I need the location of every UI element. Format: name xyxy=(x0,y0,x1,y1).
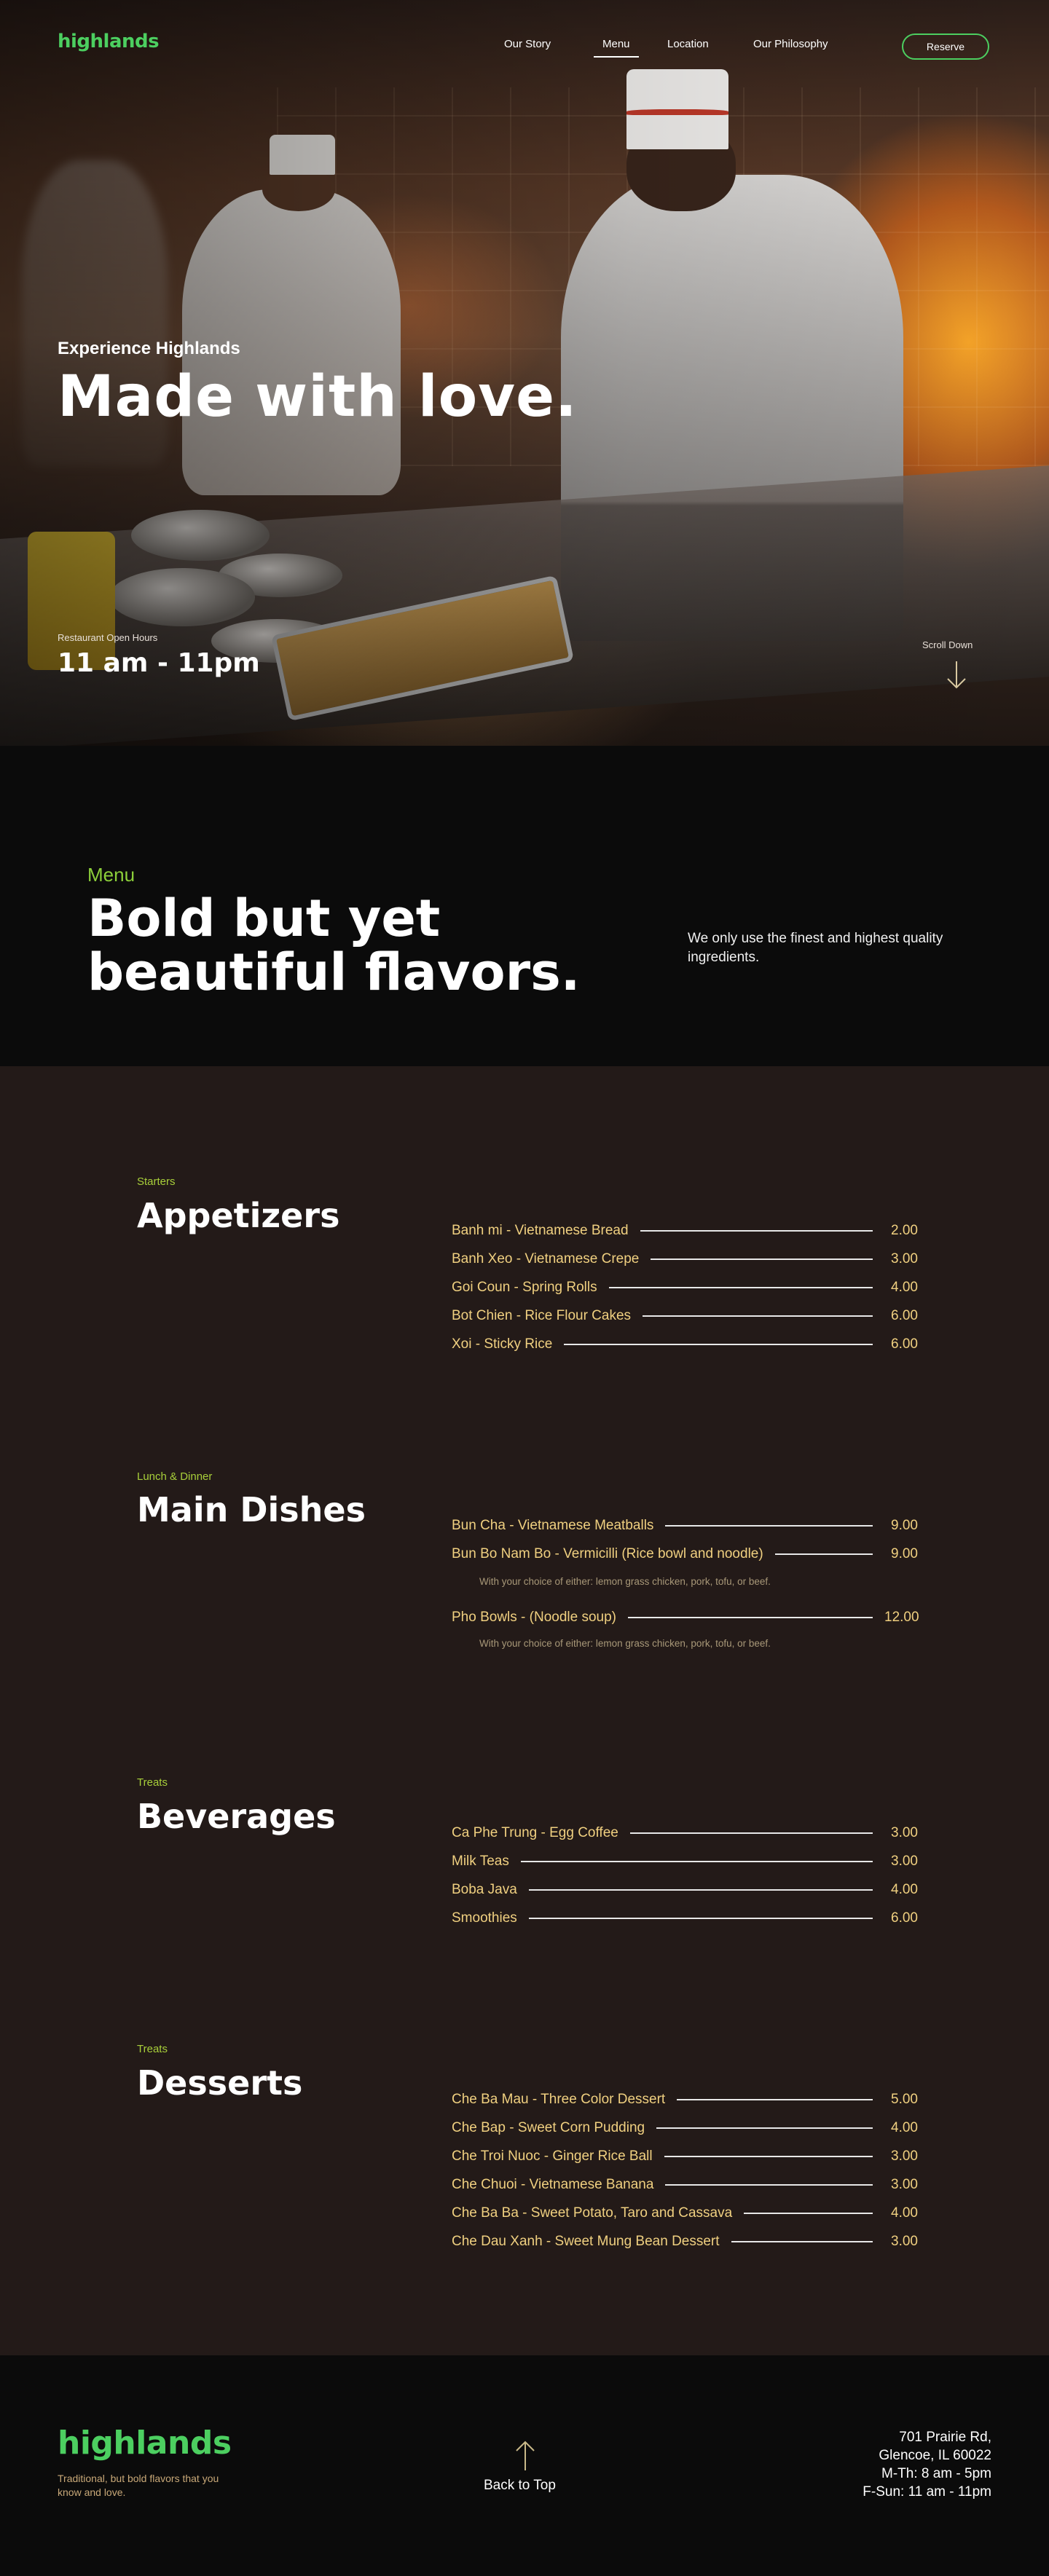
nav-our-philosophy[interactable]: Our Philosophy xyxy=(753,38,828,50)
hours-line: M-Th: 8 am - 5pm xyxy=(881,2466,991,2481)
intro-eyebrow: Menu xyxy=(87,864,135,886)
address-line: Glencoe, IL 60022 xyxy=(879,2448,991,2463)
menu-item: Ca Phe Trung - Egg Coffee 3.00 xyxy=(452,1825,918,1840)
hero-subtitle: Experience Highlands xyxy=(58,339,240,358)
menu-item: Banh Xeo - Vietnamese Crepe 3.00 xyxy=(452,1251,918,1267)
hero-section: highlands Our Story Menu Location Our Ph… xyxy=(0,0,1049,746)
menu-item: Che Bap - Sweet Corn Pudding 4.00 xyxy=(452,2120,918,2135)
menu-item: Bot Chien - Rice Flour Cakes 6.00 xyxy=(452,1308,918,1323)
brand-logo[interactable]: highlands xyxy=(58,31,160,52)
beverages-eyebrow: Treats xyxy=(137,1776,168,1789)
menu-item: Che Ba Ba - Sweet Potato, Taro and Cassa… xyxy=(452,2205,918,2221)
reserve-button[interactable]: Reserve xyxy=(902,34,989,60)
appetizers-eyebrow: Starters xyxy=(137,1175,176,1188)
desserts-eyebrow: Treats xyxy=(137,2043,168,2055)
address-line: 701 Prairie Rd, xyxy=(899,2430,991,2445)
menu-item: Pho Bowls - (Noodle soup) 12.00 xyxy=(452,1610,919,1625)
hours-value: 11 am - 11pm xyxy=(58,648,260,678)
intro-description: We only use the finest and highest quali… xyxy=(688,931,943,965)
menu-intro-section: Menu Bold but yet beautiful flavors. We … xyxy=(0,746,1049,1066)
menu-item: Che Troi Nuoc - Ginger Rice Ball 3.00 xyxy=(452,2148,918,2164)
intro-title: Bold but yet beautiful flavors. xyxy=(87,889,581,1002)
appetizers-title: Appetizers xyxy=(137,1196,340,1235)
hours-line: F-Sun: 11 am - 11pm xyxy=(863,2484,991,2500)
menu-item: Che Chuoi - Vietnamese Banana 3.00 xyxy=(452,2177,918,2192)
menu-item-note: With your choice of either: lemon grass … xyxy=(479,1638,771,1649)
menu-item: Smoothies 6.00 xyxy=(452,1910,918,1926)
menu-item: Bun Cha - Vietnamese Meatballs 9.00 xyxy=(452,1518,918,1533)
menu-item: Che Dau Xanh - Sweet Mung Bean Dessert 3.… xyxy=(452,2234,918,2249)
hours-label: Restaurant Open Hours xyxy=(58,632,158,643)
arrow-up-icon[interactable] xyxy=(514,2440,536,2472)
menu-item: Xoi - Sticky Rice 6.00 xyxy=(452,1336,918,1352)
arrow-down-icon[interactable] xyxy=(944,660,969,689)
beverages-title: Beverages xyxy=(137,1797,336,1836)
top-navigation: highlands Our Story Menu Location Our Ph… xyxy=(0,0,1049,87)
nav-menu[interactable]: Menu xyxy=(594,38,638,58)
footer-tagline: Traditional, but bold flavors that you k… xyxy=(58,2473,219,2498)
desserts-title: Desserts xyxy=(137,2063,303,2103)
menu-item: Milk Teas 3.00 xyxy=(452,1854,918,1869)
back-to-top-link[interactable]: Back to Top xyxy=(484,2478,556,2494)
mains-eyebrow: Lunch & Dinner xyxy=(137,1470,213,1483)
nav-our-story[interactable]: Our Story xyxy=(504,38,551,50)
menu-item: Bun Bo Nam Bo - Vermicilli (Rice bowl an… xyxy=(452,1546,918,1561)
scroll-down-label[interactable]: Scroll Down xyxy=(922,639,973,650)
menu-item: Boba Java 4.00 xyxy=(452,1882,918,1897)
nav-location[interactable]: Location xyxy=(667,38,709,50)
footer-logo[interactable]: highlands xyxy=(58,2425,232,2462)
menu-section: Starters Appetizers Banh mi - Vietnamese… xyxy=(0,1066,1049,2355)
footer-address: 701 Prairie Rd, Glencoe, IL 60022 M-Th: … xyxy=(863,2428,991,2501)
menu-item: Banh mi - Vietnamese Bread 2.00 xyxy=(452,1223,918,1238)
menu-item-note: With your choice of either: lemon grass … xyxy=(479,1576,771,1587)
menu-item: Che Ba Mau - Three Color Dessert 5.00 xyxy=(452,2092,918,2107)
hero-title: Made with love. xyxy=(58,364,578,430)
mains-title: Main Dishes xyxy=(137,1490,366,1529)
menu-item: Goi Coun - Spring Rolls 4.00 xyxy=(452,1280,918,1295)
footer: highlands Traditional, but bold flavors … xyxy=(0,2355,1049,2576)
